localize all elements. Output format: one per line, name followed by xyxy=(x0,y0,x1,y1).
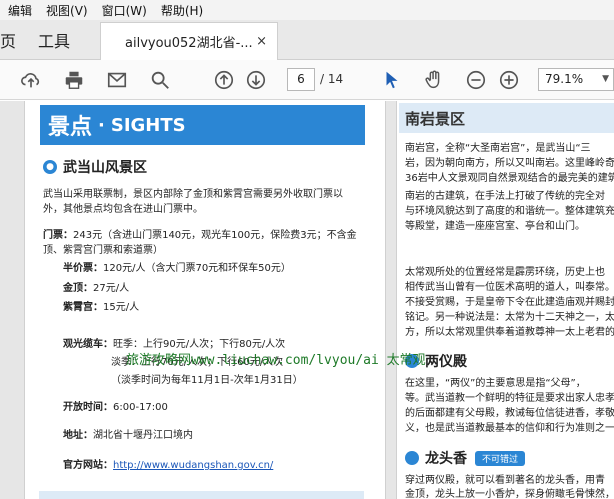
zixiao-label: 紫霄宫： xyxy=(63,302,103,313)
zixiao-row: 紫霄宫：15元/人 xyxy=(63,300,139,315)
zoom-value: 79.1% xyxy=(545,72,584,86)
half-label: 半价票： xyxy=(63,263,103,274)
tab-bar: 页 工具 ailvyou052湖北省-... × xyxy=(0,20,614,60)
nanyan-line-3: 36岩中人文景观同自然景观结合的最完美的建筑群 xyxy=(405,173,614,184)
zixiao-value: 15元/人 xyxy=(103,302,140,313)
liangyi-line-4: 义，也是武当道教最基本的信仰和行为准则之一。 xyxy=(405,423,614,434)
half-value: 120元/人（含大门票70元和环保车50元） xyxy=(103,263,291,274)
intro-text: 武当山采用联票制，景区内部除了金顶和紫霄宫需要另外收取门票以外，其他景点均包含在… xyxy=(43,189,343,215)
jinding-row: 金顶：27元/人 xyxy=(63,281,129,296)
page-right: 南岩景区 南岩宫，全称“大圣南岩宫”，是武当山“三 岩，因为朝向南方，所以又叫南… xyxy=(396,101,614,499)
ticket-row: 门票：243元（含进山门票140元，观光车100元，保险费3元；不含金顶、紫霄宫… xyxy=(43,228,359,258)
section-title-wudang: ● 武当山风景区 xyxy=(43,157,147,177)
page-total: / 14 xyxy=(320,72,344,86)
chevron-down-icon: ▼ xyxy=(602,74,609,84)
hours-label: 开放时间： xyxy=(63,402,113,413)
hours-row: 开放时间：6:00-17:00 xyxy=(63,400,168,415)
bus-line-3: （淡季时间为每年11月1日-次年1月31日） xyxy=(111,375,303,386)
nanyan-line-2: 岩，因为朝向南方，所以又叫南岩。这里峰岭奇 xyxy=(405,158,614,169)
hand-tool-icon[interactable] xyxy=(422,68,446,92)
taichang-line-4: 铭记。另一种说法是：太常为十二天神之一，太常 xyxy=(405,312,614,323)
close-icon[interactable]: × xyxy=(256,34,267,49)
liangyi-line-1: 在这里，“两仪”的主要意思是指“父母”， xyxy=(405,378,586,389)
tab-tools[interactable]: 工具 xyxy=(38,20,70,60)
nanyan-line-5: 与环境风貌达到了高度的和谐统一。整体建筑充分 xyxy=(405,206,614,217)
taichang-line-5: 方，所以太常观里供奉着道教尊神一太上老君的圣 xyxy=(405,327,614,338)
banner-title-en: SIGHTS xyxy=(110,114,186,136)
bus-label: 观光缆车： xyxy=(63,339,113,350)
taichang-line-2: 相传武当山曾有一位医术高明的道人，叫泰常。他 xyxy=(405,282,614,293)
print-icon[interactable] xyxy=(62,68,86,92)
select-cursor-icon[interactable] xyxy=(380,68,404,92)
sights-banner: 景点 · SIGHTS xyxy=(40,105,365,145)
menu-window[interactable]: 窗口(W) xyxy=(102,2,147,19)
next-section-banner xyxy=(39,491,364,499)
zoom-select[interactable]: 79.1% ▼ xyxy=(538,68,614,91)
longtou-line-2: 金顶，龙头上放一小香炉，探身俯瞰毛骨悚然，这 xyxy=(405,489,614,499)
website-row: 官方网站：http://www.wudangshan.gov.cn/ xyxy=(63,458,273,473)
nanyan-line-6: 等殿堂，建造一座座宫室、亭台和山门。 xyxy=(405,221,585,232)
ticket-value: 243元（含进山门票140元，观光车100元，保险费3元；不含金顶、紫霄宫门票和… xyxy=(43,230,357,256)
menu-bar: 编辑 视图(V) 窗口(W) 帮助(H) xyxy=(0,0,614,20)
liangyi-title-text: 两仪殿 xyxy=(425,354,467,370)
banner-separator: · xyxy=(98,114,105,136)
menu-edit[interactable]: 编辑 xyxy=(8,2,32,19)
mail-icon[interactable] xyxy=(105,68,129,92)
upload-icon[interactable] xyxy=(19,68,43,92)
document-viewport[interactable]: 景点 · SIGHTS ● 武当山风景区 武当山采用联票制，景区内部除了金顶和紫… xyxy=(0,101,614,499)
half-row: 半价票：120元/人（含大门票70元和环保车50元） xyxy=(63,261,291,276)
nanyan-header: 南岩景区 xyxy=(399,103,614,133)
website-link[interactable]: http://www.wudangshan.gov.cn/ xyxy=(113,460,273,471)
banner-title-cn: 景点 xyxy=(48,115,93,140)
must-see-badge: 不可错过 xyxy=(475,450,526,466)
page-left: 景点 · SIGHTS ● 武当山风景区 武当山采用联票制，景区内部除了金顶和紫… xyxy=(24,101,386,499)
zoom-in-icon[interactable] xyxy=(497,68,521,92)
longtou-title-text: 龙头香 xyxy=(425,451,467,467)
hours-value: 6:00-17:00 xyxy=(113,402,168,413)
tab-document-title: ailvyou052湖北省-... xyxy=(125,36,253,51)
location-icon xyxy=(405,451,419,465)
taichang-line-3: 不接受赏赐，于是皇帝下令在此建造庙观并赐封为 xyxy=(405,297,614,308)
liangyi-line-3: 的后面都建有父母殿，教诫每位信徒进香，孝敬父 xyxy=(405,408,614,419)
jinding-value: 27元/人 xyxy=(93,283,130,294)
ticket-label: 门票： xyxy=(43,230,73,241)
liangyi-line-2: 等。武当道教一个鲜明的特征是要求出家人忠孝信 xyxy=(405,393,614,404)
address-label: 地址： xyxy=(63,430,93,441)
nanyan-line-4: 南岩的古建筑，在手法上打破了传统的完全对 xyxy=(405,191,605,202)
menu-view[interactable]: 视图(V) xyxy=(46,2,88,19)
jinding-label: 金顶： xyxy=(63,283,93,294)
address-value: 湖北省十堰丹江口境内 xyxy=(93,430,193,441)
longtou-title: 龙头香 不可错过 xyxy=(405,448,526,468)
section-title-text: 武当山风景区 xyxy=(63,160,147,176)
watermark-text: 旅游攻略网www.liuchaw.com/lvyou/ai 太常观 xyxy=(126,353,426,368)
page-up-icon[interactable] xyxy=(212,68,236,92)
taichang-line-1: 太常观所处的位置经常是霹雳环绕，历史上也 xyxy=(405,267,605,278)
page-number-input[interactable]: 6 xyxy=(287,68,315,91)
longtou-line-1: 穿过两仪殿，就可以看到著名的龙头香，用青 xyxy=(405,475,605,486)
nanyan-line-1: 南岩宫，全称“大圣南岩宫”，是武当山“三 xyxy=(405,143,591,154)
website-label: 官方网站： xyxy=(63,460,113,471)
tab-document[interactable]: ailvyou052湖北省-... × xyxy=(100,22,278,60)
menu-help[interactable]: 帮助(H) xyxy=(161,2,203,19)
page-down-icon[interactable] xyxy=(244,68,268,92)
tab-home[interactable]: 页 xyxy=(0,20,22,60)
zoom-out-icon[interactable] xyxy=(464,68,488,92)
address-row: 地址：湖北省十堰丹江口境内 xyxy=(63,428,193,443)
location-icon: ● xyxy=(43,160,57,174)
search-icon[interactable] xyxy=(148,68,172,92)
